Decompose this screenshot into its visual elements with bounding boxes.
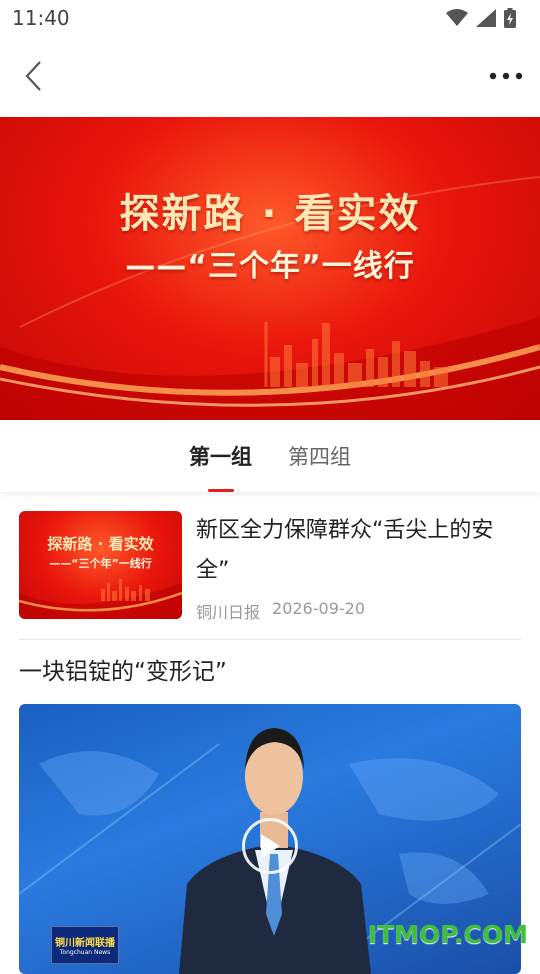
header-banner: 探新路 · 看实效 ——“三个年”一线行	[0, 117, 540, 420]
banner-subtitle: ——“三个年”一线行	[125, 249, 415, 284]
signal-icon	[476, 9, 496, 27]
status-time: 11:40	[12, 6, 70, 30]
back-button[interactable]	[14, 56, 54, 96]
video-article-title[interactable]: 一块铝锭的“变形记”	[19, 652, 227, 692]
site-watermark: ITMOP.COM	[367, 920, 528, 949]
list-divider	[19, 639, 521, 640]
news-date: 2026-09-20	[272, 599, 365, 618]
battery-icon	[504, 8, 516, 28]
news-meta: 铜川日报 2026-09-20	[196, 599, 521, 623]
group-tabs: 第一组 第四组	[0, 420, 540, 492]
news-list-item[interactable]: 探新路 · 看实效 ——“三个年”一线行 新区全力保障群众“舌尖上的安全” 铜川…	[19, 511, 521, 639]
tab-group-one[interactable]: 第一组	[189, 420, 252, 492]
channel-logo: 铜川新闻联播 Tongchuan News	[51, 926, 119, 964]
channel-name: 铜川新闻联播	[55, 938, 115, 949]
status-icons	[446, 8, 516, 28]
more-dots-icon	[489, 72, 523, 80]
status-bar: 11:40	[0, 0, 540, 36]
channel-name-en: Tongchuan News	[59, 949, 111, 956]
thumbnail-subtitle: ——“三个年”一线行	[49, 557, 152, 570]
more-button[interactable]	[486, 56, 526, 96]
play-icon	[261, 834, 280, 858]
banner-title: 探新路 · 看实效	[119, 191, 421, 237]
wifi-icon	[446, 9, 468, 26]
tab-group-four[interactable]: 第四组	[288, 420, 351, 492]
news-title[interactable]: 新区全力保障群众“舌尖上的安全”	[196, 511, 521, 591]
chevron-left-icon	[25, 61, 41, 91]
news-info: 新区全力保障群众“舌尖上的安全” 铜川日报 2026-09-20	[196, 511, 521, 639]
thumbnail-title: 探新路 · 看实效	[47, 535, 154, 553]
news-source: 铜川日报	[196, 603, 261, 622]
news-thumbnail: 探新路 · 看实效 ——“三个年”一线行	[19, 511, 182, 619]
top-toolbar	[0, 36, 540, 116]
play-button[interactable]	[242, 818, 298, 874]
